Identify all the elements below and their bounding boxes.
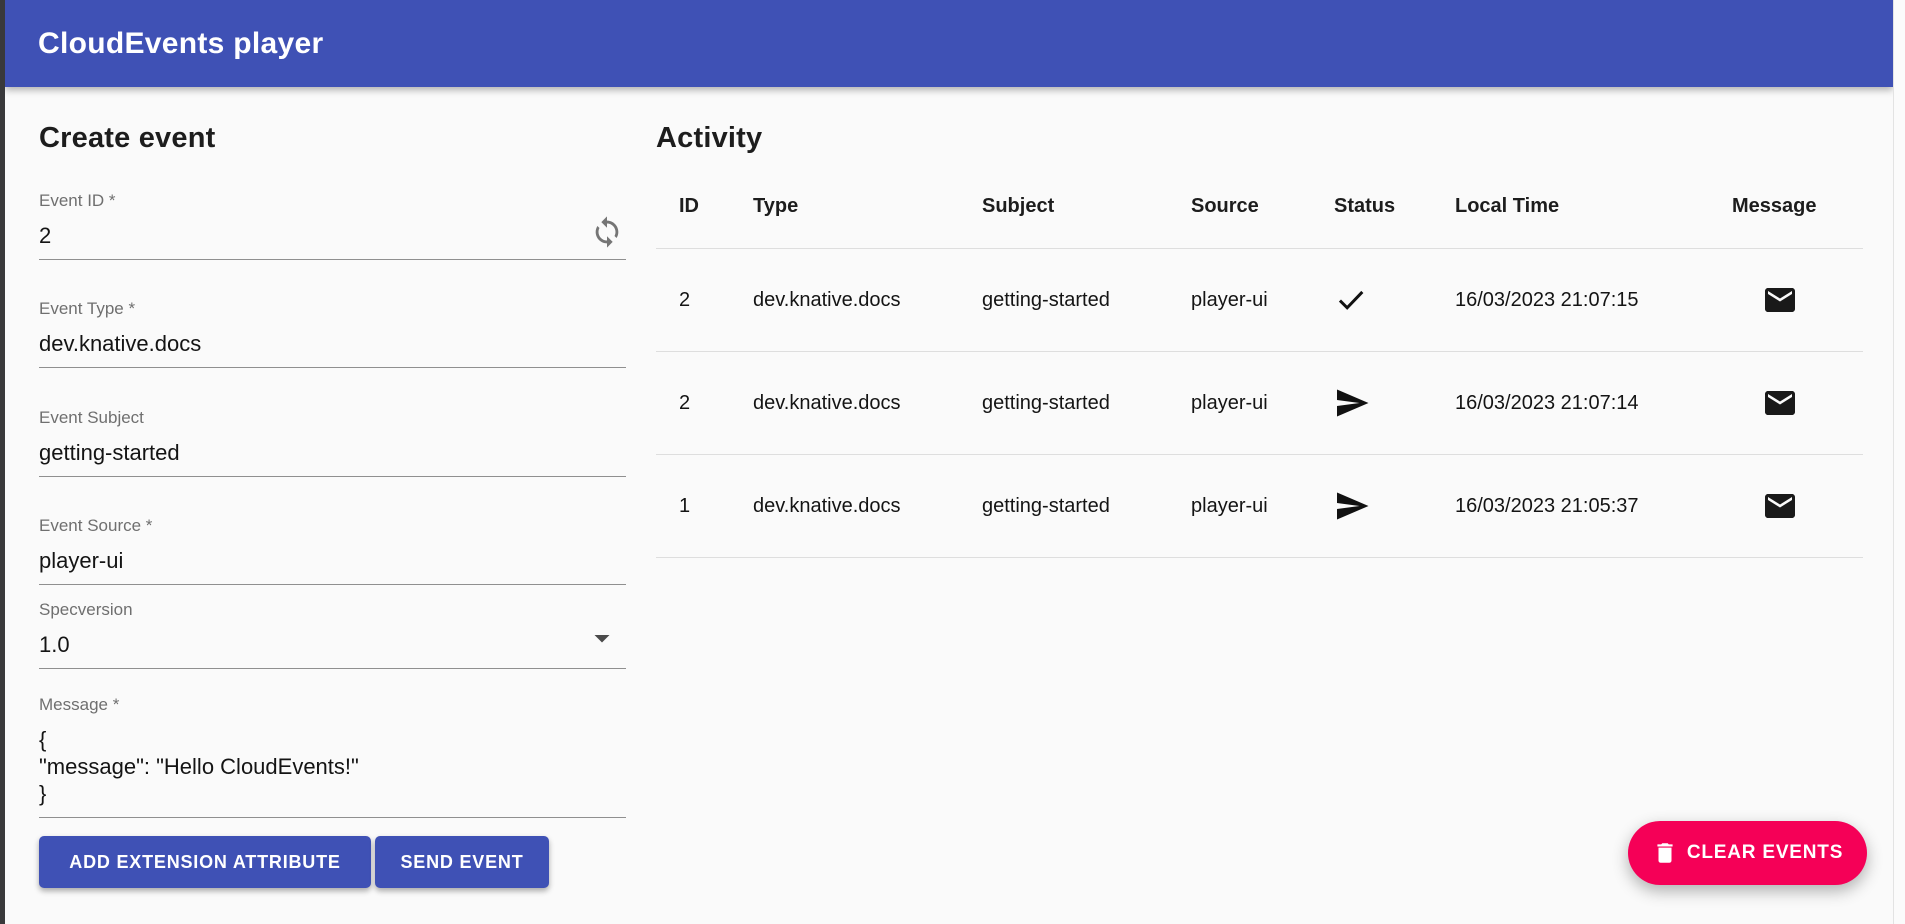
message-label: Message * <box>39 694 626 715</box>
message-input[interactable]: { "message": "Hello CloudEvents!" } <box>39 726 626 807</box>
table-header-row: ID Type Subject Source Status Local Time… <box>656 165 1863 249</box>
cell-message <box>1732 282 1863 318</box>
event-subject-label: Event Subject <box>39 407 626 428</box>
cell-source: player-ui <box>1191 289 1334 312</box>
cell-type: dev.knative.docs <box>753 392 982 415</box>
email-icon[interactable] <box>1762 282 1798 318</box>
form-button-row: ADD EXTENSION ATTRIBUTE SEND EVENT <box>39 836 549 888</box>
message-field: Message * { "message": "Hello CloudEvent… <box>39 694 626 818</box>
cell-source: player-ui <box>1191 495 1334 518</box>
event-type-field: Event Type * dev.knative.docs <box>39 298 626 368</box>
event-subject-field: Event Subject getting-started <box>39 407 626 477</box>
cell-status <box>1334 385 1455 421</box>
event-source-field: Event Source * player-ui <box>39 515 626 585</box>
event-source-label: Event Source * <box>39 515 626 536</box>
cell-message <box>1732 385 1863 421</box>
specversion-field: Specversion 1.0 <box>39 599 626 669</box>
send-icon <box>1334 385 1455 421</box>
event-id-input[interactable]: 2 <box>39 222 626 249</box>
event-subject-input[interactable]: getting-started <box>39 439 626 466</box>
app-title: CloudEvents player <box>38 27 323 61</box>
column-header-type: Type <box>753 195 982 218</box>
send-event-button[interactable]: SEND EVENT <box>375 836 549 888</box>
cell-local-time: 16/03/2023 21:07:15 <box>1455 289 1732 312</box>
create-event-panel: Create event Event ID * 2 Event Type * d… <box>39 120 626 910</box>
table-row: 2 dev.knative.docs getting-started playe… <box>656 352 1863 455</box>
cell-local-time: 16/03/2023 21:05:37 <box>1455 495 1732 518</box>
app-header: CloudEvents player <box>5 0 1893 87</box>
cell-subject: getting-started <box>982 495 1191 518</box>
cell-message <box>1732 488 1863 524</box>
table-row: 1 dev.knative.docs getting-started playe… <box>656 455 1863 558</box>
specversion-label: Specversion <box>39 599 626 620</box>
send-icon <box>1334 488 1455 524</box>
refresh-icon[interactable] <box>590 215 624 249</box>
cell-id: 1 <box>656 495 753 518</box>
trash-icon <box>1652 840 1678 866</box>
email-icon[interactable] <box>1762 385 1798 421</box>
create-event-heading: Create event <box>39 122 216 155</box>
cell-source: player-ui <box>1191 392 1334 415</box>
table-row: 2 dev.knative.docs getting-started playe… <box>656 249 1863 352</box>
event-id-label: Event ID * <box>39 190 626 211</box>
column-header-source: Source <box>1191 195 1334 218</box>
cell-subject: getting-started <box>982 392 1191 415</box>
column-header-local-time: Local Time <box>1455 195 1732 218</box>
column-header-id: ID <box>656 195 753 218</box>
specversion-select[interactable]: 1.0 <box>39 631 626 658</box>
check-icon <box>1334 283 1455 317</box>
cell-subject: getting-started <box>982 289 1191 312</box>
cell-type: dev.knative.docs <box>753 495 982 518</box>
cell-status <box>1334 283 1455 317</box>
event-type-label: Event Type * <box>39 298 626 319</box>
column-header-status: Status <box>1334 195 1455 218</box>
cell-id: 2 <box>656 392 753 415</box>
cell-status <box>1334 488 1455 524</box>
activity-table: ID Type Subject Source Status Local Time… <box>656 165 1863 558</box>
event-id-field: Event ID * 2 <box>39 190 626 260</box>
add-extension-attribute-button[interactable]: ADD EXTENSION ATTRIBUTE <box>39 836 371 888</box>
arrow-drop-down-icon[interactable] <box>584 620 620 656</box>
window-left-edge <box>0 0 5 924</box>
email-icon[interactable] <box>1762 488 1798 524</box>
cell-type: dev.knative.docs <box>753 289 982 312</box>
column-header-subject: Subject <box>982 195 1191 218</box>
activity-heading: Activity <box>656 122 762 155</box>
event-source-input[interactable]: player-ui <box>39 547 626 574</box>
event-type-input[interactable]: dev.knative.docs <box>39 330 626 357</box>
clear-events-label: CLEAR EVENTS <box>1687 842 1843 864</box>
clear-events-button[interactable]: CLEAR EVENTS <box>1628 821 1867 885</box>
activity-panel: Activity ID Type Subject Source Status L… <box>656 120 1863 680</box>
column-header-message: Message <box>1732 195 1863 218</box>
scrollbar-track[interactable] <box>1893 0 1905 924</box>
cell-local-time: 16/03/2023 21:07:14 <box>1455 392 1732 415</box>
cell-id: 2 <box>656 289 753 312</box>
